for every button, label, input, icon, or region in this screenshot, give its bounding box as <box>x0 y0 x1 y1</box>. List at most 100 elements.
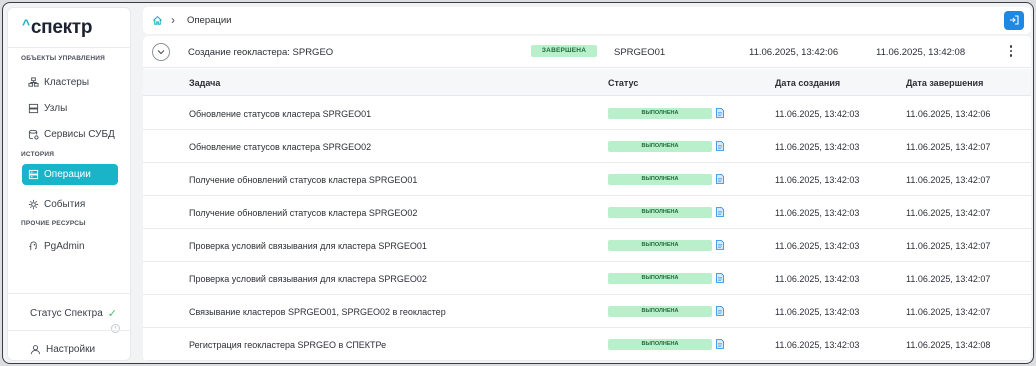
status-badge: ВЫПОЛНЕНА <box>608 240 712 251</box>
column-status[interactable]: Статус <box>608 78 638 88</box>
logout-button[interactable] <box>1004 11 1024 30</box>
column-task[interactable]: Задача <box>189 78 220 88</box>
sidebar-item-label: События <box>44 199 86 210</box>
sidebar-divider <box>8 330 130 331</box>
logo[interactable]: ^спектр <box>22 16 93 39</box>
sidebar-item-operations[interactable]: Операции <box>22 164 118 185</box>
logo-mark: ^ <box>22 16 30 32</box>
table-row[interactable]: Связывание кластеров SPRGEO01, SPRGEO02 … <box>143 295 1031 328</box>
status-badge: ВЫПОЛНЕНА <box>608 273 712 284</box>
sidebar-item-label: Сервисы СУБД <box>44 129 115 140</box>
table-row[interactable]: Обновление статусов кластера SPRGEO02 ВЫ… <box>143 130 1031 163</box>
sidebar: ^спектр ОБЪЕКТЫ УПРАВЛЕНИЯ Кластеры Узлы… <box>7 7 131 361</box>
task-created: 11.06.2025, 13:42:03 <box>775 307 860 317</box>
operation-row[interactable]: Создание геокластера: SPRGEO ЗАВЕРШЕНА S… <box>143 36 1031 68</box>
task-created: 11.06.2025, 13:42:03 <box>775 208 860 218</box>
spectr-status-label: Статус Спектра <box>30 308 103 319</box>
task-created: 11.06.2025, 13:42:03 <box>775 340 860 350</box>
task-name: Получение обновлений статусов кластера S… <box>189 175 418 185</box>
task-created: 11.06.2025, 13:42:03 <box>775 274 860 284</box>
operations-panel: Создание геокластера: SPRGEO ЗАВЕРШЕНА S… <box>143 36 1031 361</box>
sidebar-item-nodes[interactable]: Узлы <box>22 98 118 119</box>
task-name: Обновление статусов кластера SPRGEO02 <box>189 142 372 152</box>
sidebar-item-pgadmin[interactable]: PgAdmin <box>22 236 118 257</box>
sidebar-item-label: Операции <box>44 169 91 180</box>
task-finished: 11.06.2025, 13:42:07 <box>906 208 991 218</box>
log-file-icon[interactable] <box>716 240 724 250</box>
breadcrumb-current: Операции <box>187 15 232 26</box>
task-name: Обновление статусов кластера SPRGEO01 <box>189 109 372 119</box>
task-created: 11.06.2025, 13:42:03 <box>775 142 860 152</box>
sidebar-divider <box>8 47 130 48</box>
settings-label: Настройки <box>46 344 96 355</box>
nodes-icon <box>28 103 39 114</box>
status-badge: ВЫПОЛНЕНА <box>608 207 712 218</box>
status-badge: ЗАВЕРШЕНА <box>531 45 597 57</box>
task-name: Проверка условий связывания для кластера… <box>189 274 427 284</box>
events-icon <box>28 199 39 210</box>
task-name: Проверка условий связывания для кластера… <box>189 241 427 251</box>
log-file-icon[interactable] <box>716 273 724 283</box>
logout-icon <box>1010 15 1019 25</box>
task-finished: 11.06.2025, 13:42:08 <box>906 340 991 350</box>
task-created: 11.06.2025, 13:42:03 <box>775 241 860 251</box>
user-icon <box>30 345 41 355</box>
task-finished: 11.06.2025, 13:42:07 <box>906 142 991 152</box>
task-name: Связывание кластеров SPRGEO01, SPRGEO02 … <box>189 307 446 317</box>
status-badge: ВЫПОЛНЕНА <box>608 174 712 185</box>
task-finished: 11.06.2025, 13:42:07 <box>906 274 991 284</box>
sidebar-item-clusters[interactable]: Кластеры <box>22 72 118 93</box>
operation-cluster: SPRGEO01 <box>614 47 666 58</box>
settings-link[interactable]: Настройки <box>30 344 95 355</box>
log-file-icon[interactable] <box>716 207 724 217</box>
table-header: Задача Статус Дата создания Дата заверше… <box>143 69 1031 96</box>
logo-text: спектр <box>30 17 93 38</box>
check-icon: ✓ <box>107 308 117 320</box>
column-finished[interactable]: Дата завершения <box>906 78 983 88</box>
table-row[interactable]: Обновление статусов кластера SPRGEO01 ВЫ… <box>143 97 1031 130</box>
spectr-status[interactable]: Статус Спектра ✓ <box>30 307 117 320</box>
task-finished: 11.06.2025, 13:42:06 <box>906 109 991 119</box>
sidebar-item-events[interactable]: События <box>22 194 118 215</box>
column-created[interactable]: Дата создания <box>775 78 840 88</box>
task-created: 11.06.2025, 13:42:03 <box>775 175 860 185</box>
chevron-down-icon <box>157 50 165 55</box>
sidebar-divider <box>8 293 130 294</box>
db-services-icon <box>28 129 39 140</box>
section-other: ПРОЧИЕ РЕСУРСЫ <box>21 220 86 227</box>
table-row[interactable]: Регистрация геокластера SPRGEO в СПЕКТРе… <box>143 328 1031 361</box>
collapse-sidebar-icon[interactable]: ‹ <box>111 324 120 333</box>
log-file-icon[interactable] <box>716 108 724 118</box>
collapse-button[interactable] <box>152 43 170 61</box>
operation-created: 11.06.2025, 13:42:06 <box>749 47 839 58</box>
chevron-right-icon: › <box>171 13 175 27</box>
pgadmin-icon <box>29 241 37 251</box>
task-finished: 11.06.2025, 13:42:07 <box>906 175 991 185</box>
operation-finished: 11.06.2025, 13:42:08 <box>876 47 966 58</box>
home-icon[interactable] <box>152 15 163 26</box>
operations-icon <box>28 169 39 180</box>
table-row[interactable]: Проверка условий связывания для кластера… <box>143 229 1031 262</box>
table-row[interactable]: Получение обновлений статусов кластера S… <box>143 163 1031 196</box>
status-badge: ВЫПОЛНЕНА <box>608 306 712 317</box>
more-vertical-icon[interactable] <box>1009 45 1013 59</box>
log-file-icon[interactable] <box>716 141 724 151</box>
task-finished: 11.06.2025, 13:42:07 <box>906 241 991 251</box>
section-management: ОБЪЕКТЫ УПРАВЛЕНИЯ <box>21 55 105 62</box>
sidebar-item-label: Узлы <box>44 103 68 114</box>
log-file-icon[interactable] <box>716 174 724 184</box>
sidebar-item-label: Кластеры <box>44 77 89 88</box>
operation-name: Создание геокластера: SPRGEO <box>188 47 334 58</box>
table-row[interactable]: Получение обновлений статусов кластера S… <box>143 196 1031 229</box>
status-badge: ВЫПОЛНЕНА <box>608 141 712 152</box>
table-row[interactable]: Проверка условий связывания для кластера… <box>143 262 1031 295</box>
log-file-icon[interactable] <box>716 306 724 316</box>
sidebar-item-db-services[interactable]: Сервисы СУБД <box>22 124 118 145</box>
sidebar-item-label: PgAdmin <box>44 241 85 252</box>
section-history: ИСТОРИЯ <box>21 151 55 158</box>
task-created: 11.06.2025, 13:42:03 <box>775 109 860 119</box>
breadcrumb: › Операции <box>143 7 1031 34</box>
cluster-icon <box>28 77 39 87</box>
status-badge: ВЫПОЛНЕНА <box>608 108 712 119</box>
log-file-icon[interactable] <box>716 339 724 349</box>
